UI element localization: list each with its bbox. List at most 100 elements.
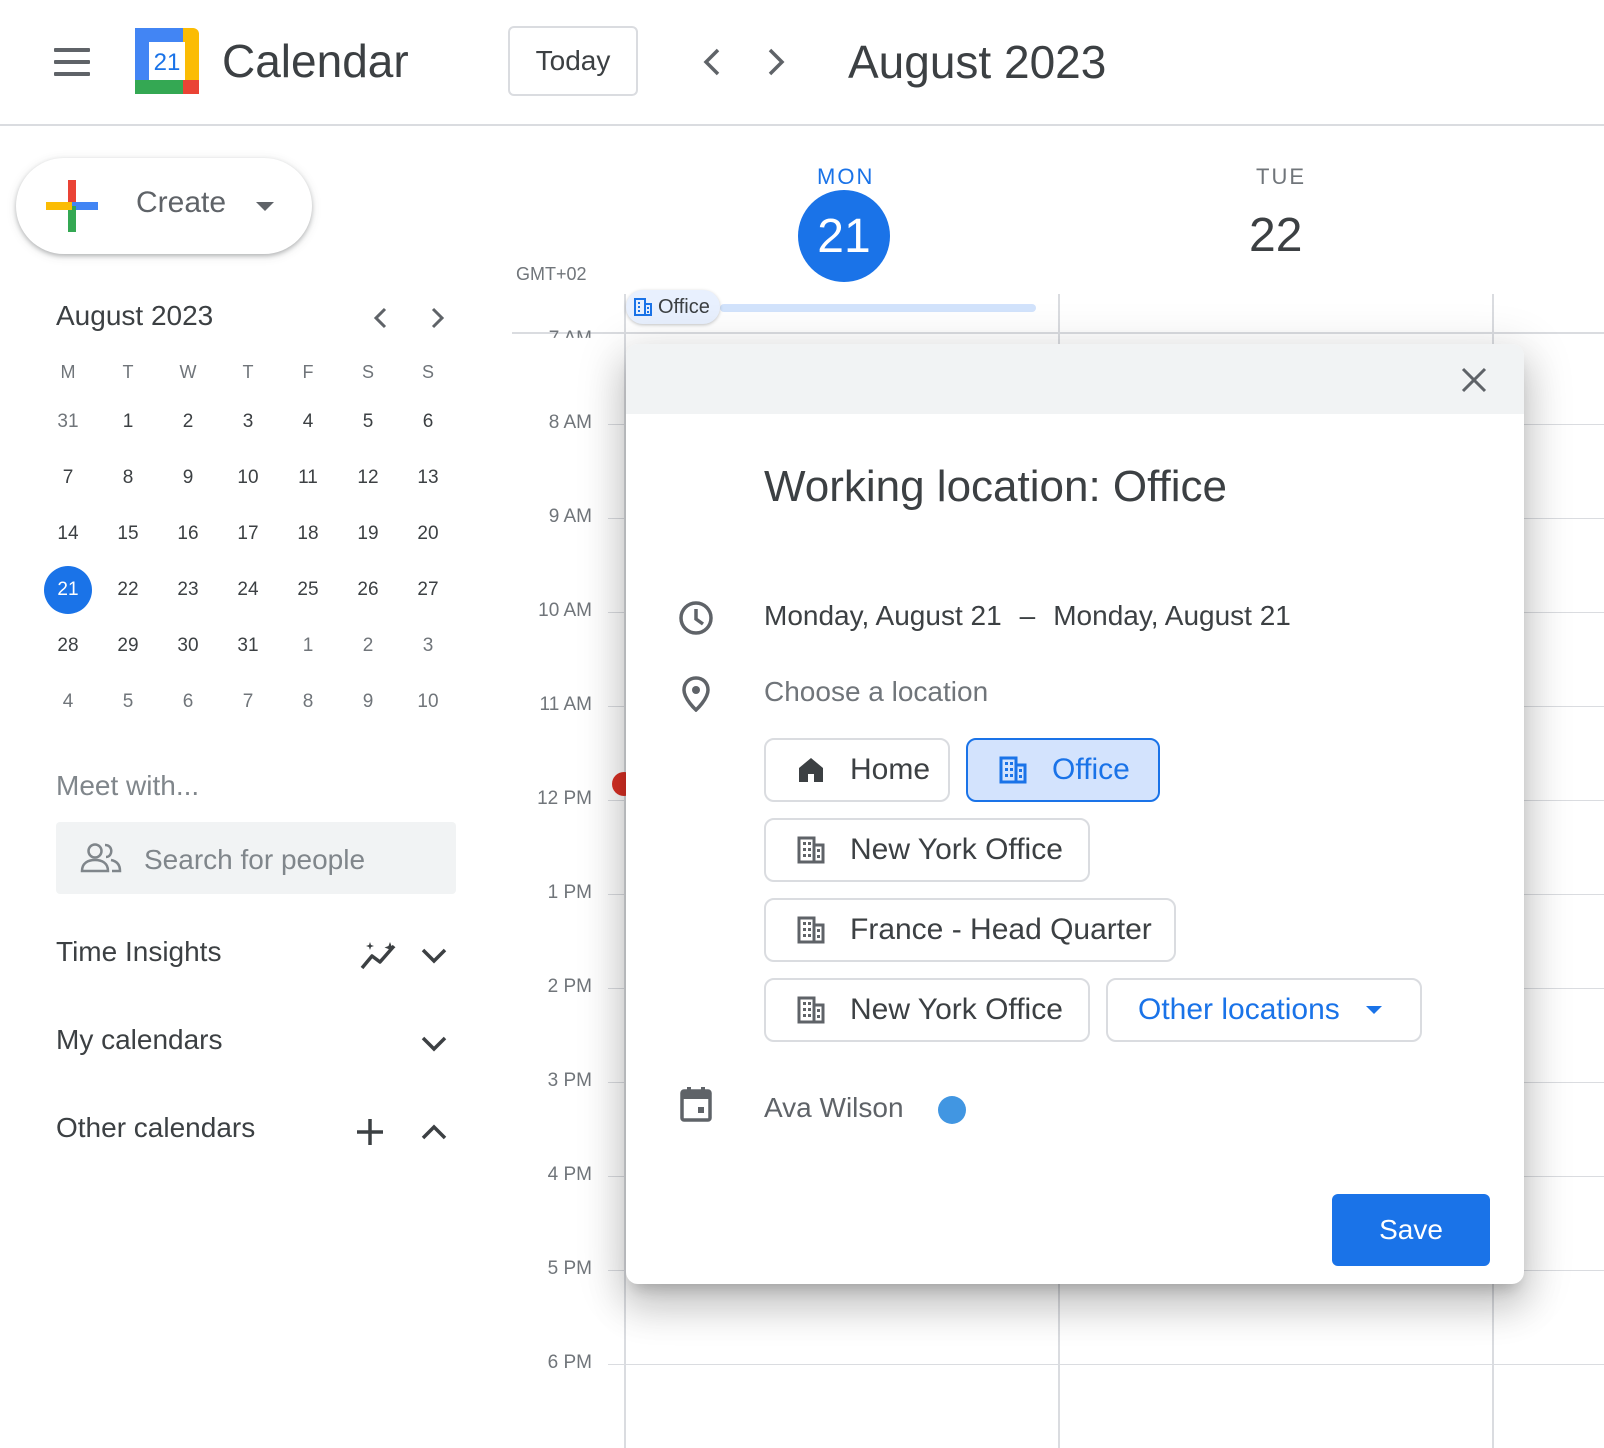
insights-sparkle-icon[interactable] bbox=[360, 936, 400, 976]
mini-calendar-day[interactable]: 5 bbox=[338, 398, 398, 446]
mini-calendar-day[interactable]: 4 bbox=[38, 678, 98, 726]
mini-calendar-day[interactable]: 26 bbox=[338, 566, 398, 614]
other-locations-dropdown[interactable]: Other locations bbox=[1106, 978, 1422, 1042]
hour-tick bbox=[608, 988, 626, 989]
chevron-left-icon bbox=[373, 307, 387, 329]
top-app-bar: 21 Calendar Today August 2023 bbox=[0, 0, 1604, 126]
mini-calendar-day[interactable]: 5 bbox=[98, 678, 158, 726]
mini-calendar-day[interactable]: 9 bbox=[338, 678, 398, 726]
mini-calendar-day[interactable]: 29 bbox=[98, 622, 158, 670]
mini-calendar-day[interactable]: 27 bbox=[398, 566, 458, 614]
mini-calendar-day-number: 17 bbox=[237, 523, 259, 544]
save-button[interactable]: Save bbox=[1332, 1194, 1490, 1266]
mini-calendar-day[interactable]: 31 bbox=[218, 622, 278, 670]
close-dialog-button[interactable] bbox=[1454, 360, 1494, 400]
create-button[interactable]: Create bbox=[16, 158, 312, 254]
end-date[interactable]: Monday, August 21 bbox=[1053, 600, 1291, 632]
mini-calendar-day-number: 28 bbox=[57, 635, 79, 656]
time-insights-label: Time Insights bbox=[56, 936, 222, 967]
mini-calendar-day[interactable]: 6 bbox=[158, 678, 218, 726]
date-range[interactable]: Monday, August 21 – Monday, August 21 bbox=[764, 600, 1291, 632]
next-period-button[interactable] bbox=[754, 40, 798, 84]
mini-calendar-day-selected[interactable]: 21 bbox=[38, 566, 98, 614]
mini-calendar-day[interactable]: 31 bbox=[38, 398, 98, 446]
mini-calendar-day[interactable]: 9 bbox=[158, 454, 218, 502]
mini-calendar-next-button[interactable] bbox=[420, 300, 456, 336]
close-icon bbox=[1461, 367, 1487, 393]
day-number-today[interactable]: 21 bbox=[798, 190, 890, 282]
calendar-color-dot[interactable] bbox=[938, 1096, 966, 1124]
mini-calendar-day[interactable]: 19 bbox=[338, 510, 398, 558]
location-option-new-york-office-2[interactable]: New York Office bbox=[764, 978, 1090, 1042]
mini-calendar-day[interactable]: 10 bbox=[398, 678, 458, 726]
mini-calendar-day-number: 6 bbox=[182, 691, 194, 712]
mini-calendar-day[interactable]: 8 bbox=[98, 454, 158, 502]
mini-calendar-day[interactable]: 16 bbox=[158, 510, 218, 558]
mini-calendar-week: 7 8 9 10 11 12 13 bbox=[38, 450, 458, 506]
mini-calendar-day[interactable]: 22 bbox=[98, 566, 158, 614]
mini-calendar-day-number: 12 bbox=[357, 467, 379, 488]
mini-calendar-day[interactable]: 25 bbox=[278, 566, 338, 614]
svg-text:21: 21 bbox=[154, 49, 181, 76]
mini-calendar-day[interactable]: 8 bbox=[278, 678, 338, 726]
mini-calendar-prev-button[interactable] bbox=[362, 300, 398, 336]
mini-calendar-day[interactable]: 3 bbox=[398, 622, 458, 670]
mini-calendar-day[interactable]: 7 bbox=[38, 454, 98, 502]
main-menu-button[interactable] bbox=[44, 40, 100, 84]
mini-calendar-day[interactable]: 17 bbox=[218, 510, 278, 558]
mini-calendar-week: 4 5 6 7 8 9 10 bbox=[38, 674, 458, 730]
hour-tick bbox=[608, 800, 626, 801]
mini-calendar-day[interactable]: 28 bbox=[38, 622, 98, 670]
mini-calendar-day-number: 2 bbox=[362, 635, 374, 656]
mini-calendar-day[interactable]: 1 bbox=[278, 622, 338, 670]
mini-calendar-day[interactable]: 1 bbox=[98, 398, 158, 446]
mini-calendar-day[interactable]: 10 bbox=[218, 454, 278, 502]
mini-calendar-day-number: 4 bbox=[302, 411, 314, 432]
building-icon bbox=[792, 911, 830, 949]
mini-calendar-day[interactable]: 18 bbox=[278, 510, 338, 558]
mini-calendar-day-number: 22 bbox=[117, 579, 139, 600]
mini-calendar-day[interactable]: 24 bbox=[218, 566, 278, 614]
location-option-france-hq[interactable]: France - Head Quarter bbox=[764, 898, 1176, 962]
my-calendars-expand-button[interactable] bbox=[414, 1024, 454, 1064]
location-option-label: Office bbox=[1052, 753, 1130, 786]
mini-calendar-day[interactable]: 30 bbox=[158, 622, 218, 670]
location-option-home[interactable]: Home bbox=[764, 738, 950, 802]
mini-calendar-day[interactable]: 12 bbox=[338, 454, 398, 502]
search-people-input[interactable]: Search for people bbox=[56, 822, 456, 894]
other-calendars-collapse-button[interactable] bbox=[414, 1112, 454, 1152]
dialog-drag-handle[interactable] bbox=[626, 344, 1524, 414]
start-date[interactable]: Monday, August 21 bbox=[764, 600, 1002, 632]
day-header-mon: MON bbox=[817, 164, 875, 189]
previous-period-button[interactable] bbox=[690, 40, 734, 84]
calendar-owner-name[interactable]: Ava Wilson bbox=[764, 1092, 904, 1124]
mini-calendar-day[interactable]: 2 bbox=[158, 398, 218, 446]
location-option-label: New York Office bbox=[850, 993, 1063, 1026]
mini-calendar-day[interactable]: 7 bbox=[218, 678, 278, 726]
working-location-chip[interactable]: Office bbox=[626, 290, 720, 324]
mini-calendar-day[interactable]: 11 bbox=[278, 454, 338, 502]
today-button[interactable]: Today bbox=[508, 26, 638, 96]
mini-calendar-day[interactable]: 20 bbox=[398, 510, 458, 558]
mini-calendar-day[interactable]: 3 bbox=[218, 398, 278, 446]
hour-tick bbox=[608, 424, 626, 425]
mini-calendar-day[interactable]: 6 bbox=[398, 398, 458, 446]
calendar-logo-icon[interactable]: 21 bbox=[135, 28, 199, 99]
working-location-bar[interactable] bbox=[720, 304, 1036, 312]
plus-icon bbox=[357, 1119, 383, 1145]
location-option-new-york-office[interactable]: New York Office bbox=[764, 818, 1090, 882]
mini-calendar-day[interactable]: 23 bbox=[158, 566, 218, 614]
caret-down-icon[interactable] bbox=[256, 202, 274, 211]
mini-calendar-day[interactable]: 15 bbox=[98, 510, 158, 558]
day-number[interactable]: 22 bbox=[1249, 208, 1302, 263]
mini-calendar-day[interactable]: 4 bbox=[278, 398, 338, 446]
mini-calendar-weekdays: M T W T F S S bbox=[38, 350, 458, 394]
weekday-label: T bbox=[122, 362, 134, 382]
location-option-office[interactable]: Office bbox=[966, 738, 1160, 802]
mini-calendar-day[interactable]: 2 bbox=[338, 622, 398, 670]
mini-calendar-day[interactable]: 13 bbox=[398, 454, 458, 502]
chevron-right-icon bbox=[768, 48, 785, 76]
mini-calendar-day[interactable]: 14 bbox=[38, 510, 98, 558]
add-other-calendar-button[interactable] bbox=[350, 1112, 390, 1152]
time-insights-expand-button[interactable] bbox=[414, 936, 454, 976]
